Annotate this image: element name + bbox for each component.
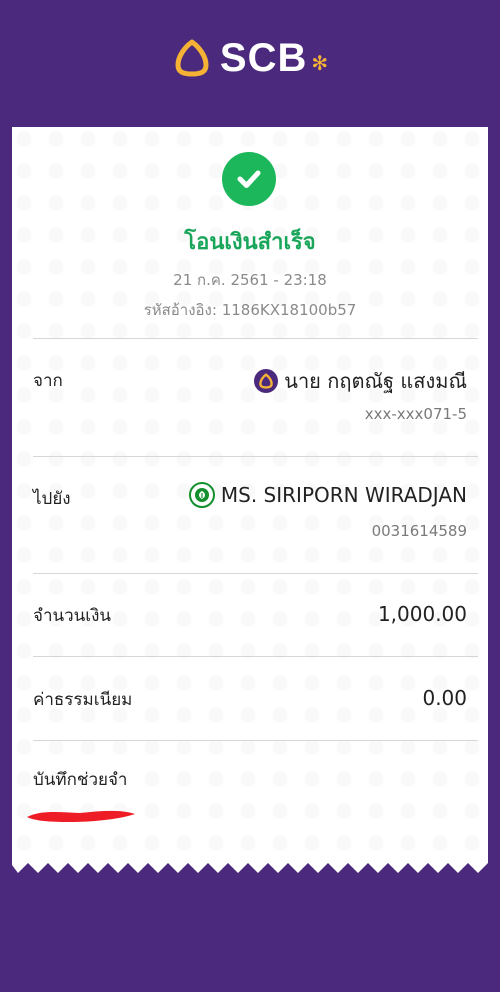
to-account-number: 0031614589 <box>371 522 467 540</box>
reference-code: รหัสอ้างอิง: 1186KX18100b57 <box>143 301 357 319</box>
transaction-datetime: 21 ก.ค. 2561 - 23:18 <box>173 271 327 289</box>
divider <box>33 573 478 574</box>
check-circle-icon <box>222 152 276 206</box>
from-name: นาย กฤตณัฐ แสงมณี <box>284 369 467 393</box>
from-label: จาก <box>33 371 63 391</box>
scb-bank-icon <box>254 369 279 393</box>
receipt-torn-edge <box>12 855 488 873</box>
amount-label: จำนวนเงิน <box>33 606 112 626</box>
to-label: ไปยัง <box>33 489 71 509</box>
memo-label: บันทึกช่วยจำ <box>33 770 128 790</box>
scb-logo: SCB ✻ <box>172 36 328 81</box>
to-name: MS. SIRIPORN WIRADJAN <box>220 483 467 507</box>
app-header: SCB ✻ <box>0 0 500 126</box>
kbank-bank-icon <box>188 482 215 508</box>
divider <box>33 338 478 339</box>
fee-value: 0.00 <box>422 686 467 710</box>
transfer-success-title: โอนเงินสำเร็จ <box>184 230 316 255</box>
fee-label: ค่าธรรมเนียม <box>33 690 133 710</box>
amount-value: 1,000.00 <box>377 602 467 626</box>
from-account-number: xxx-xxx071-5 <box>364 405 467 423</box>
divider <box>33 740 478 741</box>
asterisk-star-icon: ✻ <box>311 51 329 75</box>
memo-redaction-mark <box>27 810 135 822</box>
scb-shell-icon <box>175 39 209 77</box>
from-account-holder: นาย กฤตณัฐ แสงมณี <box>254 365 467 397</box>
divider <box>33 656 478 657</box>
to-account-holder: MS. SIRIPORN WIRADJAN <box>188 482 467 508</box>
divider <box>33 456 478 457</box>
brand-name: SCB <box>219 35 308 80</box>
